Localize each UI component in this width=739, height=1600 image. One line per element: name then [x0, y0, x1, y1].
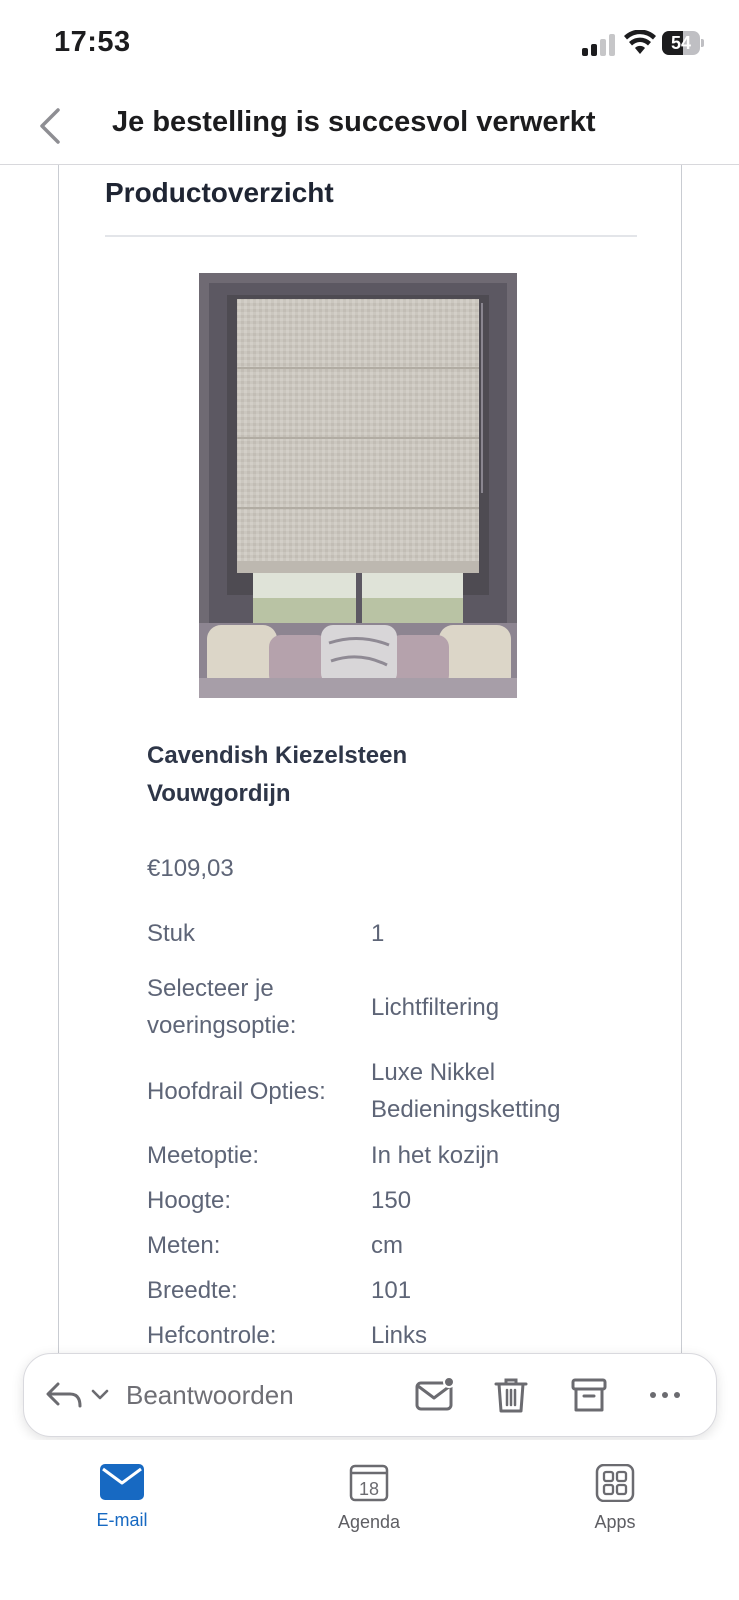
mail-icon [100, 1464, 144, 1500]
spec-label: Breedte: [147, 1277, 238, 1304]
mail-unread-icon[interactable] [414, 1374, 456, 1416]
wifi-icon [624, 30, 656, 54]
spec-value: 150 [371, 1187, 412, 1214]
spec-row: Hoogte: 150 [147, 1178, 601, 1223]
tab-email[interactable]: E-mail [52, 1464, 192, 1531]
spec-row: Selecteer je voeringsoptie: Lichtfilteri… [147, 965, 601, 1049]
product-specs-table: Stuk 1 Selecteer je voeringsoptie: Licht… [147, 901, 601, 1358]
spec-label: Hoofdrail Opties: [147, 1077, 326, 1105]
reply-button[interactable]: Beantwoorden [126, 1380, 294, 1411]
battery-level: 54 [670, 33, 692, 53]
archive-icon[interactable] [568, 1374, 610, 1416]
product-price: €109,03 [147, 855, 234, 882]
spec-value: Luxe Nikkel Bedieningsketting [371, 1059, 561, 1123]
spec-value: cm [371, 1232, 403, 1259]
spec-label: Hefcontrole: [147, 1322, 277, 1349]
spec-value: Lichtfiltering [371, 993, 500, 1021]
spec-row: Meetoptie: In het kozijn [147, 1133, 601, 1178]
apps-grid-icon [595, 1464, 635, 1502]
cellular-signal-icon [582, 34, 616, 56]
reply-icon[interactable] [44, 1374, 86, 1416]
section-heading: Productoverzicht [105, 177, 334, 208]
product-image[interactable] [199, 273, 517, 698]
back-chevron-icon[interactable] [32, 104, 72, 148]
spec-value: 1 [371, 919, 385, 947]
spec-label: Stuk [147, 919, 196, 947]
reply-toolbar: Beantwoorden [23, 1353, 717, 1437]
trash-icon[interactable] [490, 1374, 532, 1416]
divider [105, 235, 637, 237]
spec-value: 101 [371, 1277, 412, 1304]
status-bar: 17:53 54 [0, 0, 739, 90]
spec-row: Hoofdrail Opties: Luxe Nikkel Bedienings… [147, 1049, 601, 1133]
tab-label: Agenda [337, 1512, 401, 1532]
email-body[interactable]: Productoverzicht Cavendish Kiezelsteen V… [0, 165, 739, 1435]
order-card: Productoverzicht Cavendish Kiezelsteen V… [58, 165, 682, 1435]
tab-agenda[interactable]: 18 Agenda [299, 1464, 439, 1533]
spec-row: Meten: cm [147, 1223, 601, 1268]
spec-label: Meetoptie: [147, 1142, 260, 1169]
chevron-down-icon[interactable] [90, 1374, 110, 1416]
email-subject-title: Je bestelling is succesvol verwerkt [112, 106, 596, 138]
nav-bar: Je bestelling is succesvol verwerkt [0, 90, 739, 165]
spec-label: Meten: [147, 1232, 221, 1259]
tab-label: Apps [594, 1512, 636, 1532]
spec-value: In het kozijn [371, 1142, 500, 1169]
battery-icon: 54 [662, 31, 704, 55]
spec-row: Breedte: 101 [147, 1268, 601, 1313]
product-name: Cavendish Kiezelsteen Vouwgordijn [147, 742, 408, 807]
calendar-icon: 18 [349, 1464, 389, 1502]
tab-label: E-mail [96, 1510, 148, 1530]
tab-apps[interactable]: Apps [545, 1464, 685, 1533]
tab-bar: E-mail 18 Agenda Apps [0, 1440, 739, 1600]
more-icon[interactable] [644, 1374, 686, 1416]
spec-label: Hoogte: [147, 1187, 232, 1214]
spec-label: Selecteer je voeringsoptie: [147, 975, 297, 1039]
spec-row: Hefcontrole: Links [147, 1313, 601, 1358]
spec-value: Links [371, 1322, 428, 1349]
spec-row: Stuk 1 [147, 901, 601, 965]
calendar-day: 18 [359, 1479, 379, 1499]
status-time: 17:53 [54, 26, 131, 58]
